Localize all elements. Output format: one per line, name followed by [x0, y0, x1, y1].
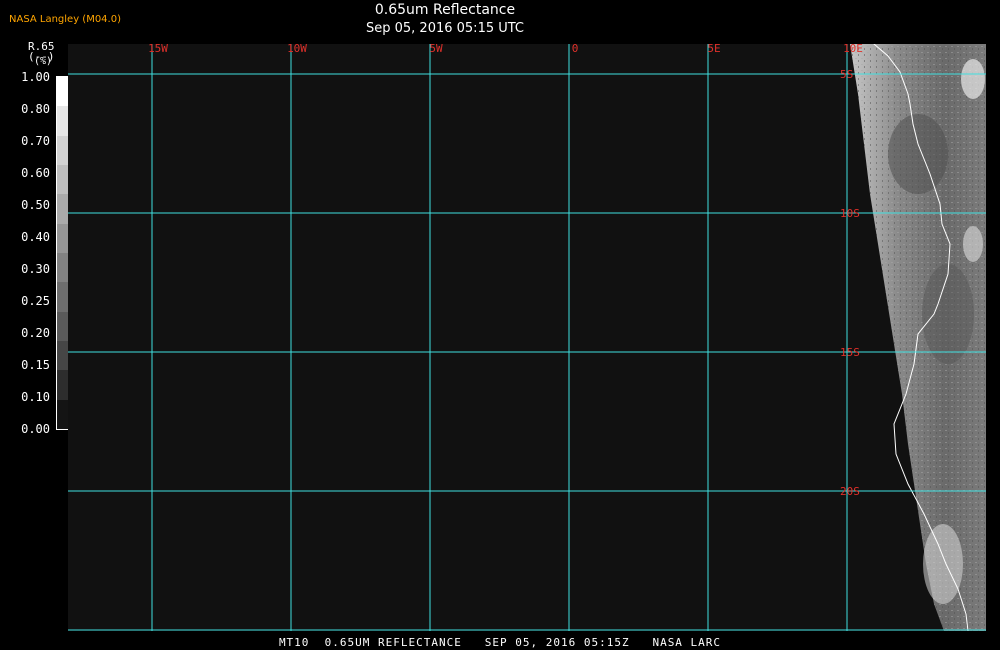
legend-tick-label: 1.00 [21, 70, 50, 84]
legend-unit: (%) [34, 56, 53, 67]
longitude-label: 5E [707, 44, 720, 55]
legend-tick-label: 0.20 [21, 326, 50, 340]
longitude-label: 10E [843, 44, 863, 55]
legend-tick-label: 0.80 [21, 102, 50, 116]
legend-tick-label: 0.40 [21, 230, 50, 244]
longitude-labels: 15W 10W 5W 0 5E 10E [148, 42, 863, 55]
legend-tick-label: 0.25 [21, 294, 50, 308]
map-canvas: 15W 10W 5W 0 5E 10E 5S 10S 15S 20S [68, 3, 986, 632]
longitude-label: 0 [572, 44, 579, 55]
image-title: 0.65um Reflectance [374, 2, 516, 18]
legend-tick-label: 0.30 [21, 262, 50, 276]
longitude-label: 5W [429, 44, 443, 55]
legend-tick-label: 0.00 [21, 422, 50, 436]
longitude-label: 10W [287, 44, 307, 55]
legend-tick-label: 0.10 [21, 390, 50, 404]
legend-tick-label: 0.70 [21, 134, 50, 148]
latitude-label: 5S [840, 68, 853, 81]
satellite-map[interactable]: 15W 10W 5W 0 5E 10E 5S 10S 15S 20S [68, 3, 986, 632]
latitude-label: 10S [840, 207, 860, 220]
longitude-label: 15W [148, 44, 168, 55]
footer-caption: MT10 0.65UM REFLECTANCE SEP 05, 2016 05:… [278, 636, 722, 649]
latitude-label: 15S [840, 346, 860, 359]
latitude-labels: 5S 10S 15S 20S [840, 68, 860, 498]
image-timestamp: Sep 05, 2016 05:15 UTC [365, 21, 525, 36]
legend-tick-label: 0.50 [21, 198, 50, 212]
graticule [68, 44, 986, 631]
legend-tick-label: 0.15 [21, 358, 50, 372]
latitude-label: 20S [840, 485, 860, 498]
legend-tick-label: 0.60 [21, 166, 50, 180]
